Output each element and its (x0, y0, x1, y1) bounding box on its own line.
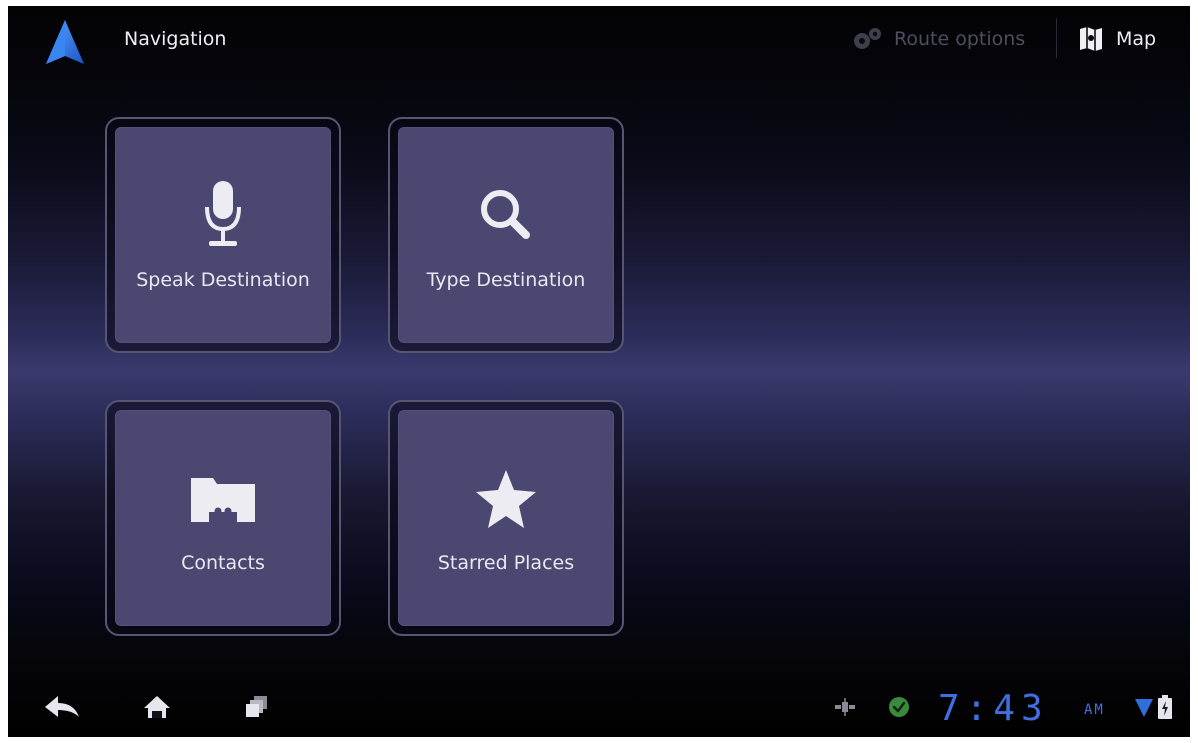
map-label: Map (1116, 28, 1157, 50)
type-destination-tile-frame: Type Destination (388, 117, 624, 353)
recent-apps-button[interactable] (244, 693, 270, 721)
starred-places-button[interactable]: Starred Places (398, 410, 614, 626)
map-icon (1080, 27, 1102, 51)
contacts-tile-frame: Contacts (105, 400, 341, 636)
security-shield-icon (889, 697, 909, 717)
contacts-button[interactable]: Contacts (115, 410, 331, 626)
speak-destination-label: Speak Destination (136, 269, 310, 291)
navigation-arrow-icon[interactable] (42, 18, 88, 68)
speak-destination-tile-frame: Speak Destination (105, 117, 341, 353)
map-button[interactable]: Map (1078, 19, 1156, 59)
clock-ampm: AM (1084, 702, 1105, 718)
star-icon (476, 470, 536, 528)
back-button[interactable] (42, 693, 82, 721)
clock-time: 7:43 (938, 688, 1049, 729)
route-options-button[interactable]: Route options (850, 19, 1025, 59)
system-bar: 7:43 AM (8, 677, 1190, 737)
back-arrow-icon (45, 696, 79, 717)
speak-destination-button[interactable]: Speak Destination (115, 127, 331, 343)
gears-icon (854, 28, 881, 49)
home-icon (144, 696, 170, 718)
battery-charging-icon (1158, 695, 1172, 719)
action-bar-divider (1056, 18, 1057, 58)
microphone-icon (205, 181, 241, 246)
search-icon (481, 190, 530, 239)
home-button[interactable] (142, 693, 172, 721)
type-destination-button[interactable]: Type Destination (398, 127, 614, 343)
page-title: Navigation (124, 28, 227, 50)
navigation-screen: Navigation Route options Map Speak Desti… (8, 6, 1190, 737)
recent-apps-icon (246, 696, 267, 717)
type-destination-label: Type Destination (426, 269, 586, 291)
wifi-signal-icon (1135, 699, 1153, 717)
starred-places-tile-frame: Starred Places (388, 400, 624, 636)
gps-satellite-icon (835, 698, 855, 716)
contacts-label: Contacts (181, 552, 265, 574)
route-options-label: Route options (894, 28, 1026, 50)
starred-places-label: Starred Places (437, 552, 575, 574)
action-bar: Navigation Route options Map (8, 6, 1190, 72)
contacts-folder-icon (191, 478, 255, 522)
